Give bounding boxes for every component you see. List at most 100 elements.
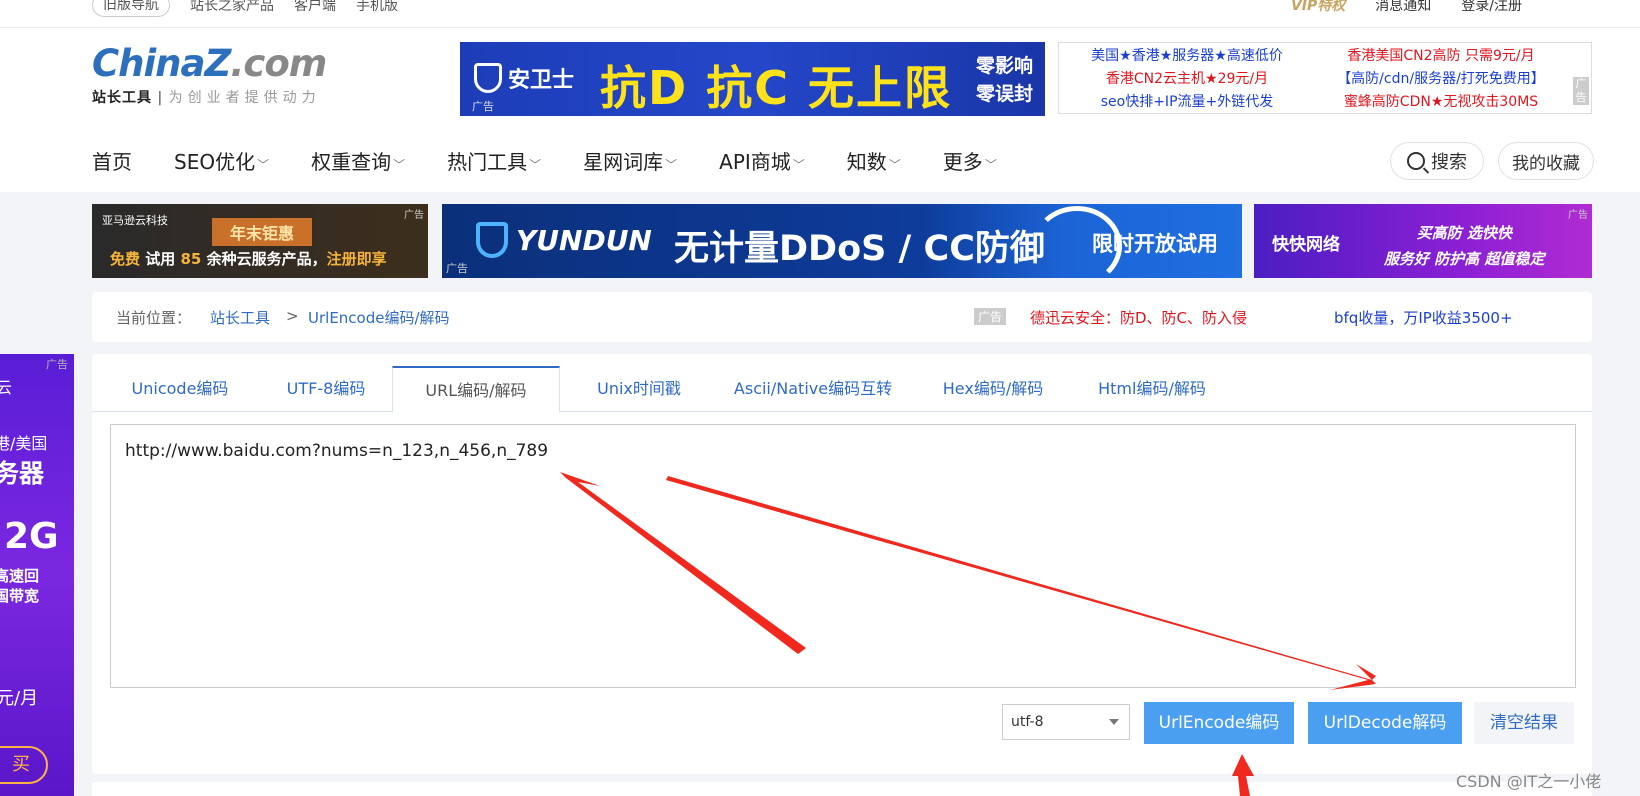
kuaikuai-brand: 快快网络 <box>1272 235 1340 255</box>
yundun-brand: YUNDUN <box>476 222 652 258</box>
ad-tag: 广告 <box>1573 77 1589 105</box>
text-ad-block: 美国★香港★服务器★高速低价 香港CN2云主机★29元/月 seo快排+IP流量… <box>1058 42 1592 114</box>
chevron-down-icon: ﹀ <box>257 157 270 172</box>
charset-value: utf-8 <box>1011 714 1044 730</box>
site-header: ChinaZ.com 站长工具 | 为创业者提供动力 安卫士 抗D 抗C 无上限… <box>0 28 1640 192</box>
tab-unicode[interactable]: Unicode编码 <box>110 366 250 412</box>
csdn-watermark: CSDN @IT之一小佬 <box>1456 772 1602 791</box>
nav-home[interactable]: 首页 <box>92 146 132 175</box>
nav-api-store[interactable]: API商城 ﹀ <box>719 146 805 175</box>
text-ad-link[interactable]: seo快排+IP流量+外链代发 <box>1067 91 1307 114</box>
anweishi-banner-ad[interactable]: 安卫士 抗D 抗C 无上限 零影响 零误封 广告 <box>460 42 1045 116</box>
kuaikuai-slogan: 买高防 选快快 服务好 防护高 超值稳定 <box>1384 224 1545 268</box>
aws-banner-ad[interactable]: 亚马逊云科技 年末钜惠 免费 试用 85 余种云服务产品，注册即享 广告 <box>92 204 428 278</box>
login-link[interactable]: 登录/注册 <box>1461 0 1522 15</box>
shield-icon <box>474 63 502 93</box>
text-ad-right-column: 香港美国CN2高防 只需9元/月 【高防/cdn/服务器/打死免费用】 蜜蜂高防… <box>1321 45 1561 114</box>
old-nav-link[interactable]: 旧版导航 <box>92 0 170 17</box>
client-menu[interactable]: 客户端 <box>294 0 336 15</box>
notify-link[interactable]: 消息通知 <box>1375 0 1431 15</box>
side-ad-text: 云 <box>0 378 13 397</box>
breadcrumb: 当前位置： 站长工具 > UrlEncode编码/解码 广告 德迅云安全：防D、… <box>92 292 1592 342</box>
aws-company: 亚马逊云科技 <box>102 214 168 227</box>
ad-tag: 广告 <box>472 100 494 113</box>
text-ad-left-column: 美国★香港★服务器★高速低价 香港CN2云主机★29元/月 seo快排+IP流量… <box>1067 45 1307 114</box>
nav-seo[interactable]: SEO优化 ﹀ <box>174 146 269 175</box>
breadcrumb-current-link[interactable]: UrlEncode编码/解码 <box>308 307 450 328</box>
tool-tabs: Unicode编码 UTF-8编码 URL编码/解码 Unix时间戳 Ascii… <box>92 366 1592 413</box>
side-ad-text: 高速回 国带宽 <box>0 567 40 605</box>
tab-hex[interactable]: Hex编码/解码 <box>918 366 1068 412</box>
yundun-cta: 限时开放试用 <box>1092 232 1218 256</box>
aws-offer: 免费 试用 85 余种云服务产品，注册即享 <box>110 250 387 268</box>
top-utility-bar: 旧版导航 站长之家产品 客户端 手机版 VIP特权 消息通知 登录/注册 <box>0 0 1640 28</box>
clear-result-button[interactable]: 清空结果 <box>1474 702 1574 744</box>
search-icon <box>1407 152 1425 170</box>
text-ad-link[interactable]: 【高防/cdn/服务器/打死免费用】 <box>1321 68 1561 91</box>
nav-weight[interactable]: 权重查询 ﹀ <box>311 146 405 175</box>
vip-link[interactable]: VIP特权 <box>1291 0 1345 15</box>
yundun-banner-ad[interactable]: YUNDUN 无计量DDoS / CC防御 限时开放试用 广告 <box>442 204 1242 278</box>
text-ad-link[interactable]: bfq收量，万IP收益3500+ <box>1334 307 1513 328</box>
top-right-links: VIP特权 消息通知 登录/注册 <box>1291 0 1522 20</box>
chevron-down-icon: ﹀ <box>792 157 805 172</box>
logo-wordmark: ChinaZ.com <box>92 42 327 85</box>
caret-down-icon <box>1109 719 1119 725</box>
tab-ascii-native[interactable]: Ascii/Native编码互转 <box>718 366 908 412</box>
url-input-textarea[interactable]: http://www.baidu.com?nums=n_123,n_456,n_… <box>110 424 1576 688</box>
chevron-down-icon: ﹀ <box>665 157 678 172</box>
top-left-links: 旧版导航 站长之家产品 客户端 手机版 <box>92 0 398 20</box>
tab-utf8[interactable]: UTF-8编码 <box>266 366 386 412</box>
url-encode-button[interactable]: UrlEncode编码 <box>1144 702 1294 744</box>
url-decode-button[interactable]: UrlDecode解码 <box>1308 702 1462 744</box>
anweishi-headline: 抗D 抗C 无上限 <box>600 61 952 115</box>
text-ad-link[interactable]: 香港CN2云主机★29元/月 <box>1067 68 1307 91</box>
text-ad-link[interactable]: 美国★香港★服务器★高速低价 <box>1067 45 1307 68</box>
text-ad-link[interactable]: 蜜蜂高防CDN★无视攻击30MS <box>1321 91 1561 114</box>
ad-tag: 广告 <box>1568 210 1588 221</box>
next-section <box>92 782 1592 796</box>
tool-panel: Unicode编码 UTF-8编码 URL编码/解码 Unix时间戳 Ascii… <box>92 354 1592 774</box>
tab-url[interactable]: URL编码/解码 <box>392 366 560 413</box>
chevron-down-icon: ﹀ <box>393 157 406 172</box>
anweishi-side-text: 零影响 零误封 <box>975 55 1033 105</box>
mobile-menu[interactable]: 手机版 <box>356 0 398 15</box>
search-button[interactable]: 搜索 <box>1390 142 1484 180</box>
nav-more[interactable]: 更多 ﹀ <box>943 146 997 175</box>
yundun-headline: 无计量DDoS / CC防御 <box>674 229 1045 269</box>
side-ad-text: 港/美国 <box>0 434 48 453</box>
breadcrumb-home-link[interactable]: 站长工具 <box>210 307 270 328</box>
nav-zhishu[interactable]: 知数 ﹀ <box>847 146 901 175</box>
logo-tagline: 站长工具 | 为创业者提供动力 <box>92 90 321 106</box>
shield-icon <box>476 222 508 258</box>
breadcrumb-separator: > <box>286 307 299 325</box>
ad-tag: 广告 <box>446 262 468 275</box>
chevron-down-icon: ﹀ <box>888 157 901 172</box>
aws-promo: 年末钜惠 <box>212 218 313 246</box>
side-ad-buy-button[interactable]: 买 <box>0 746 48 784</box>
products-menu[interactable]: 站长之家产品 <box>190 0 274 15</box>
anweishi-brand: 安卫士 <box>474 62 574 94</box>
text-ad-link[interactable]: 德迅云安全：防D、防C、防入侵 <box>1030 307 1247 328</box>
chevron-down-icon: ﹀ <box>984 157 997 172</box>
side-ad-text: 务器 <box>0 459 45 488</box>
search-label: 搜索 <box>1431 152 1467 173</box>
chevron-down-icon: ﹀ <box>529 157 542 172</box>
side-ad-text: 元/月 <box>0 688 39 709</box>
favorites-button[interactable]: 我的收藏 <box>1498 142 1594 180</box>
ad-tag: 广告 <box>404 210 424 221</box>
charset-select[interactable]: utf-8 <box>1002 704 1130 740</box>
chinaz-logo[interactable]: ChinaZ.com 站长工具 | 为创业者提供动力 <box>92 42 327 107</box>
tab-unix-timestamp[interactable]: Unix时间戳 <box>570 366 708 412</box>
ad-tag: 广告 <box>46 358 68 371</box>
main-nav: 首页 SEO优化 ﹀ 权重查询 ﹀ 热门工具 ﹀ 星网词库 ﹀ API商城 ﹀ 知数 ﹀ 更… <box>92 140 1039 180</box>
kuaikuai-banner-ad[interactable]: 快快网络 买高防 选快快 服务好 防护高 超值稳定 广告 <box>1254 204 1592 278</box>
nav-lexicon[interactable]: 星网词库 ﹀ <box>583 146 677 175</box>
side-floating-ad[interactable]: 广告 云 港/美国 务器 2G 高速回 国带宽 元/月 买 <box>0 354 74 796</box>
ad-tag: 广告 <box>974 308 1007 325</box>
nav-hot-tools[interactable]: 热门工具 ﹀ <box>447 146 541 175</box>
side-ad-text: 2G <box>4 516 59 557</box>
text-ad-link[interactable]: 香港美国CN2高防 只需9元/月 <box>1321 45 1561 68</box>
tab-html[interactable]: Html编码/解码 <box>1072 366 1232 412</box>
breadcrumb-label: 当前位置： <box>116 309 192 327</box>
